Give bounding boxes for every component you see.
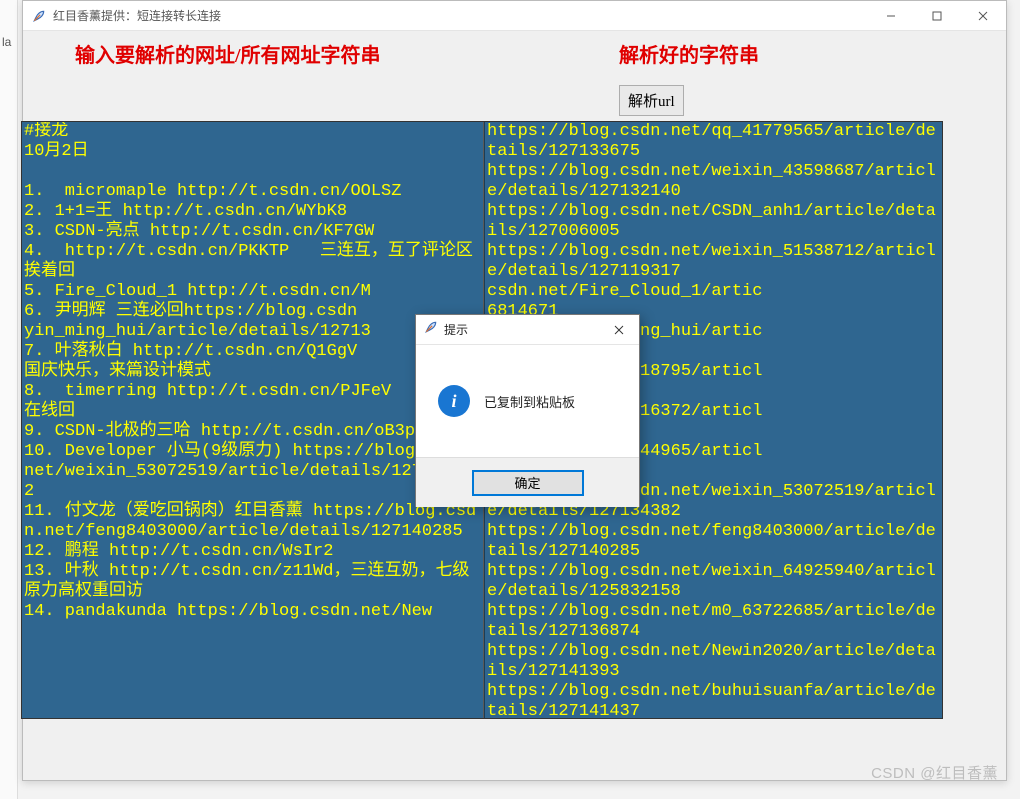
bg-text: la [2, 35, 11, 49]
titlebar[interactable]: 红目香薰提供：短连接转长连接 [23, 1, 1006, 31]
close-button[interactable] [960, 1, 1006, 31]
dialog-titlebar[interactable]: 提示 [416, 315, 639, 345]
maximize-button[interactable] [914, 1, 960, 31]
dialog-close-button[interactable] [599, 315, 639, 345]
app-icon [31, 8, 47, 24]
window-title: 红目香薰提供：短连接转长连接 [53, 7, 868, 24]
parse-url-button[interactable]: 解析url [619, 85, 684, 116]
dialog-app-icon [424, 320, 438, 339]
info-icon: i [438, 385, 470, 417]
dialog-message: 已复制到粘贴板 [484, 392, 575, 411]
output-label: 解析好的字符串 [619, 39, 759, 68]
input-label: 输入要解析的网址/所有网址字符串 [75, 39, 381, 68]
client-area: 输入要解析的网址/所有网址字符串 解析好的字符串 解析url 提示 [23, 31, 1006, 780]
dialog-footer: 确定 [416, 457, 639, 507]
main-window: 红目香薰提供：短连接转长连接 输入要解析的网址/所有网址字符串 解析好的字符串 … [22, 0, 1007, 781]
dialog-ok-button[interactable]: 确定 [472, 470, 584, 496]
editor-gutter: la [0, 0, 18, 799]
minimize-button[interactable] [868, 1, 914, 31]
dialog-title: 提示 [444, 321, 599, 338]
message-dialog: 提示 i 已复制到粘贴板 确定 [415, 314, 640, 507]
dialog-body: i 已复制到粘贴板 [416, 345, 639, 457]
